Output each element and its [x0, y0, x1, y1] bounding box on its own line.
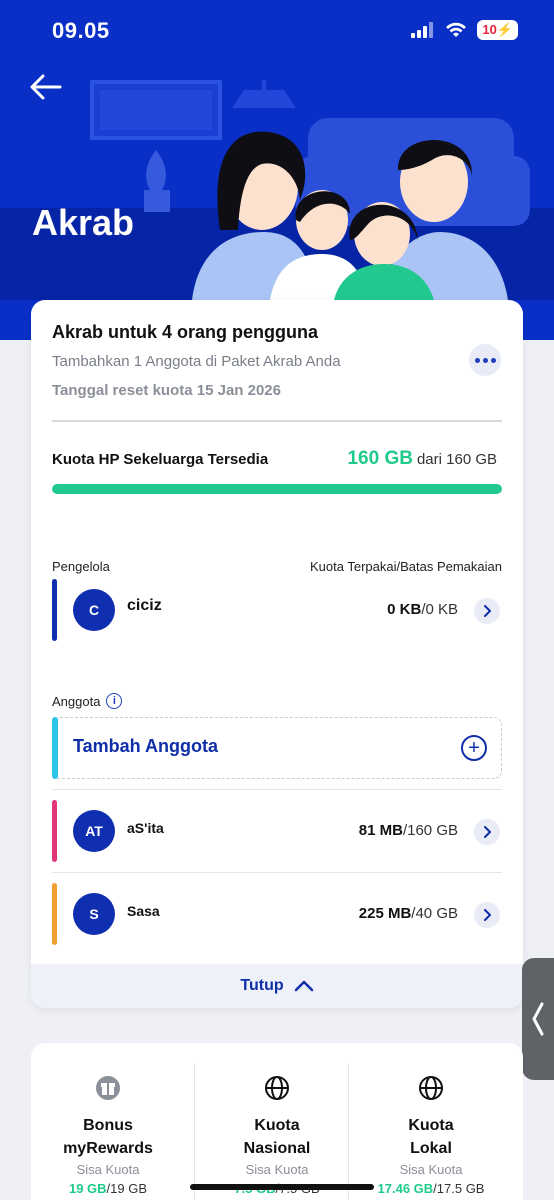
bonus-myrewards-column[interactable]: Bonus myRewards Sisa Kuota 19 GB/19 GB	[31, 1065, 185, 1196]
member-usage: 225 MB/40 GB	[359, 905, 458, 922]
item-name: Kuota Lokal	[354, 1114, 508, 1160]
remaining-amount: 17.46 GB	[377, 1181, 434, 1196]
collapse-button[interactable]: Tutup	[31, 964, 523, 1008]
manager-limit: /0 KB	[421, 601, 458, 618]
arrow-left-icon	[30, 74, 62, 100]
member-name: aS'ita	[127, 820, 164, 836]
member-limit: /40 GB	[411, 905, 458, 922]
member-usage: 81 MB/160 GB	[359, 822, 458, 839]
divider	[52, 789, 502, 790]
member-color-bar	[52, 800, 57, 862]
divider	[52, 420, 502, 422]
page-title: Akrab	[32, 202, 135, 243]
chevron-right-icon	[484, 826, 491, 838]
quota-reset-date: Tanggal reset kuota 15 Jan 2026	[52, 382, 281, 399]
family-quota-label: Kuota HP Sekeluarga Tersedia	[52, 451, 269, 468]
manager-used: 0 KB	[387, 601, 422, 618]
item-name-line1: Bonus	[83, 1117, 133, 1134]
chevron-left-icon	[532, 1002, 544, 1036]
national-quota-column[interactable]: KuotaNasional Sisa Kuota 7.5 GB/7.5 GB	[200, 1065, 354, 1196]
item-name: Kuota Nasional	[200, 1114, 354, 1160]
members-label-text: Anggota	[52, 693, 101, 709]
battery-indicator: 10⚡	[477, 20, 518, 40]
back-button[interactable]	[28, 72, 68, 106]
wifi-icon	[446, 22, 467, 37]
avatar: AT	[73, 810, 115, 852]
members-section-label: Anggota i	[52, 693, 123, 709]
remaining-total: /17.5 GB	[433, 1181, 485, 1196]
manager-name: ciciz	[127, 597, 162, 614]
member-row[interactable]: AT aS'ita 81 MB/160 GB	[52, 800, 502, 862]
globe-icon	[265, 1076, 289, 1100]
divider	[52, 872, 502, 873]
home-indicator[interactable]	[190, 1184, 374, 1190]
remaining-value: 17.46 GB/17.5 GB	[354, 1181, 508, 1196]
more-dot	[482, 357, 488, 363]
quota-summary-card: Bonus myRewards Sisa Kuota 19 GB/19 GB Ku…	[31, 1043, 523, 1200]
item-name-line1: Kuota	[408, 1117, 454, 1134]
chevron-up-icon	[294, 980, 313, 992]
gift-icon	[96, 1076, 120, 1100]
info-icon[interactable]: i	[106, 693, 123, 709]
member-limit: /160 GB	[402, 822, 458, 839]
item-name-line1: Kuota	[254, 1117, 300, 1134]
status-time: 09.05	[52, 18, 110, 43]
local-quota-column[interactable]: Kuota Lokal Sisa Kuota 17.46 GB/17.5 GB	[354, 1065, 508, 1196]
collapse-label: Tutup	[240, 977, 284, 994]
more-options-button[interactable]	[469, 344, 501, 376]
status-icons: 10⚡	[411, 20, 518, 40]
item-name: Bonus myRewards	[31, 1114, 185, 1160]
quota-progress-fill	[52, 484, 502, 494]
member-row[interactable]: S Sasa 225 MB/40 GB	[52, 883, 502, 945]
remaining-value: 19 GB/19 GB	[31, 1181, 185, 1196]
quota-progress-bar	[52, 484, 502, 494]
chevron-right-icon	[484, 605, 491, 617]
plan-title: Akrab untuk 4 orang pengguna	[52, 322, 319, 342]
item-name-line2: myRewards	[63, 1140, 153, 1157]
remaining-label: Sisa Kuota	[76, 1162, 140, 1177]
add-member-color-bar	[52, 717, 58, 779]
side-drawer-handle[interactable]	[522, 958, 554, 1080]
plus-circle-icon: +	[461, 735, 487, 761]
manager-section-label: Pengelola	[52, 559, 110, 574]
usage-column-header: Kuota Terpakai/Batas Pemakaian	[310, 559, 502, 574]
akrab-plan-card: Akrab untuk 4 orang pengguna Tambahkan 1…	[31, 300, 523, 1008]
item-name-line2: Nasional	[243, 1140, 311, 1157]
remaining-label: Sisa Kuota	[245, 1162, 309, 1177]
add-member-button[interactable]: Tambah Anggota +	[52, 717, 502, 779]
cellular-signal-icon	[411, 22, 434, 38]
quota-available: 160 GB	[347, 448, 413, 469]
more-dot	[490, 357, 496, 363]
manager-usage: 0 KB/0 KB	[387, 601, 458, 618]
add-member-label: Tambah Anggota	[73, 736, 218, 756]
status-bar: 09.05 10⚡	[0, 0, 554, 64]
quota-total: dari 160 GB	[416, 451, 497, 468]
family-quota-value: 160 GB dari 160 GB	[347, 448, 497, 470]
manager-color-bar	[52, 579, 57, 641]
plan-subtitle: Tambahkan 1 Anggota di Paket Akrab Anda	[52, 353, 341, 370]
avatar: S	[73, 893, 115, 935]
more-dots-icon	[474, 357, 480, 363]
member-detail-button[interactable]	[474, 902, 500, 928]
member-name: Sasa	[127, 903, 160, 919]
remaining-total: /19 GB	[106, 1181, 148, 1196]
globe-icon	[419, 1076, 443, 1100]
divider	[348, 1063, 349, 1200]
item-name-line2: Lokal	[410, 1140, 452, 1157]
remaining-amount: 19 GB	[68, 1181, 107, 1196]
member-used: 225 MB	[358, 905, 412, 922]
member-detail-button[interactable]	[474, 819, 500, 845]
divider	[194, 1063, 195, 1200]
battery-level: 10	[482, 22, 497, 37]
member-used: 81 MB	[358, 822, 403, 839]
manager-detail-button[interactable]	[474, 598, 500, 624]
member-color-bar	[52, 883, 57, 945]
avatar: C	[73, 589, 115, 631]
remaining-label: Sisa Kuota	[399, 1162, 463, 1177]
chevron-right-icon	[484, 909, 491, 921]
manager-row[interactable]: C ciciz 0 KB/0 KB	[52, 579, 502, 641]
